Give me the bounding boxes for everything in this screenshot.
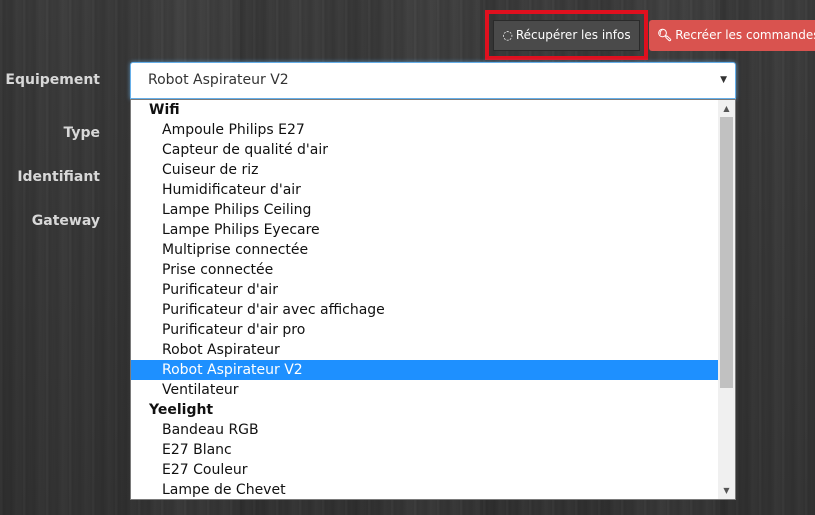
- dropdown-option[interactable]: Bandeau RGB: [131, 420, 718, 440]
- dropdown-option[interactable]: Prise connectée: [131, 260, 718, 280]
- dropdown-option[interactable]: Cuiseur de riz: [131, 160, 718, 180]
- fetch-info-button[interactable]: ◌ Récupérer les infos: [493, 20, 640, 51]
- equipement-label: Equipement: [5, 72, 100, 88]
- dropdown-option[interactable]: E27 Couleur: [131, 460, 718, 480]
- identifiant-label: Identifiant: [17, 169, 100, 185]
- spinner-icon: ◌: [502, 28, 513, 42]
- optgroup-label: Yeelight: [149, 402, 214, 418]
- dropdown-option[interactable]: Purificateur d'air: [131, 280, 718, 300]
- scroll-thumb[interactable]: [720, 117, 733, 388]
- dropdown-option[interactable]: Lampe Philips Eyecare: [131, 220, 718, 240]
- caret-down-icon[interactable]: ▼: [720, 63, 727, 98]
- gateway-label: Gateway: [31, 213, 100, 229]
- recreate-commands-label: Recréer les commandes: [675, 28, 815, 42]
- dropdown-option[interactable]: Capteur de qualité d'air: [131, 140, 718, 160]
- dropdown-option[interactable]: Purificateur d'air pro: [131, 320, 718, 340]
- dropdown-option[interactable]: Humidificateur d'air: [131, 180, 718, 200]
- selected-value: Robot Aspirateur V2: [148, 72, 289, 88]
- equipement-dropdown-list[interactable]: Wifi Ampoule Philips E27 Capteur de qualit…: [130, 99, 736, 500]
- fetch-info-label: Récupérer les infos: [515, 28, 631, 42]
- dropdown-option[interactable]: Robot Aspirateur: [131, 340, 718, 360]
- recreate-commands-button[interactable]: 🔍︎ Recréer les commandes: [649, 20, 815, 51]
- dropdown-scrollbar[interactable]: ▲ ▼: [718, 100, 735, 499]
- dropdown-option[interactable]: Purificateur d'air avec affichage: [131, 300, 718, 320]
- dropdown-option[interactable]: Lampe de Chevet: [131, 480, 718, 499]
- dropdown-option[interactable]: Ventilateur: [131, 380, 718, 400]
- scroll-up-arrow-icon[interactable]: ▲: [718, 100, 735, 117]
- dropdown-option[interactable]: Lampe Philips Ceiling: [131, 200, 718, 220]
- scroll-down-arrow-icon[interactable]: ▼: [718, 482, 735, 499]
- dropdown-option[interactable]: Ampoule Philips E27: [131, 120, 718, 140]
- options-list: Wifi Ampoule Philips E27 Capteur de qualit…: [131, 100, 735, 499]
- dropdown-option[interactable]: E27 Blanc: [131, 440, 718, 460]
- search-icon: 🔍︎: [657, 28, 673, 42]
- optgroup-label: Wifi: [149, 102, 180, 118]
- dropdown-option[interactable]: Robot Aspirateur V2: [131, 360, 718, 380]
- equipement-select[interactable]: Robot Aspirateur V2 ▼: [130, 62, 736, 99]
- type-label: Type: [63, 125, 100, 141]
- dropdown-option[interactable]: Multiprise connectée: [131, 240, 718, 260]
